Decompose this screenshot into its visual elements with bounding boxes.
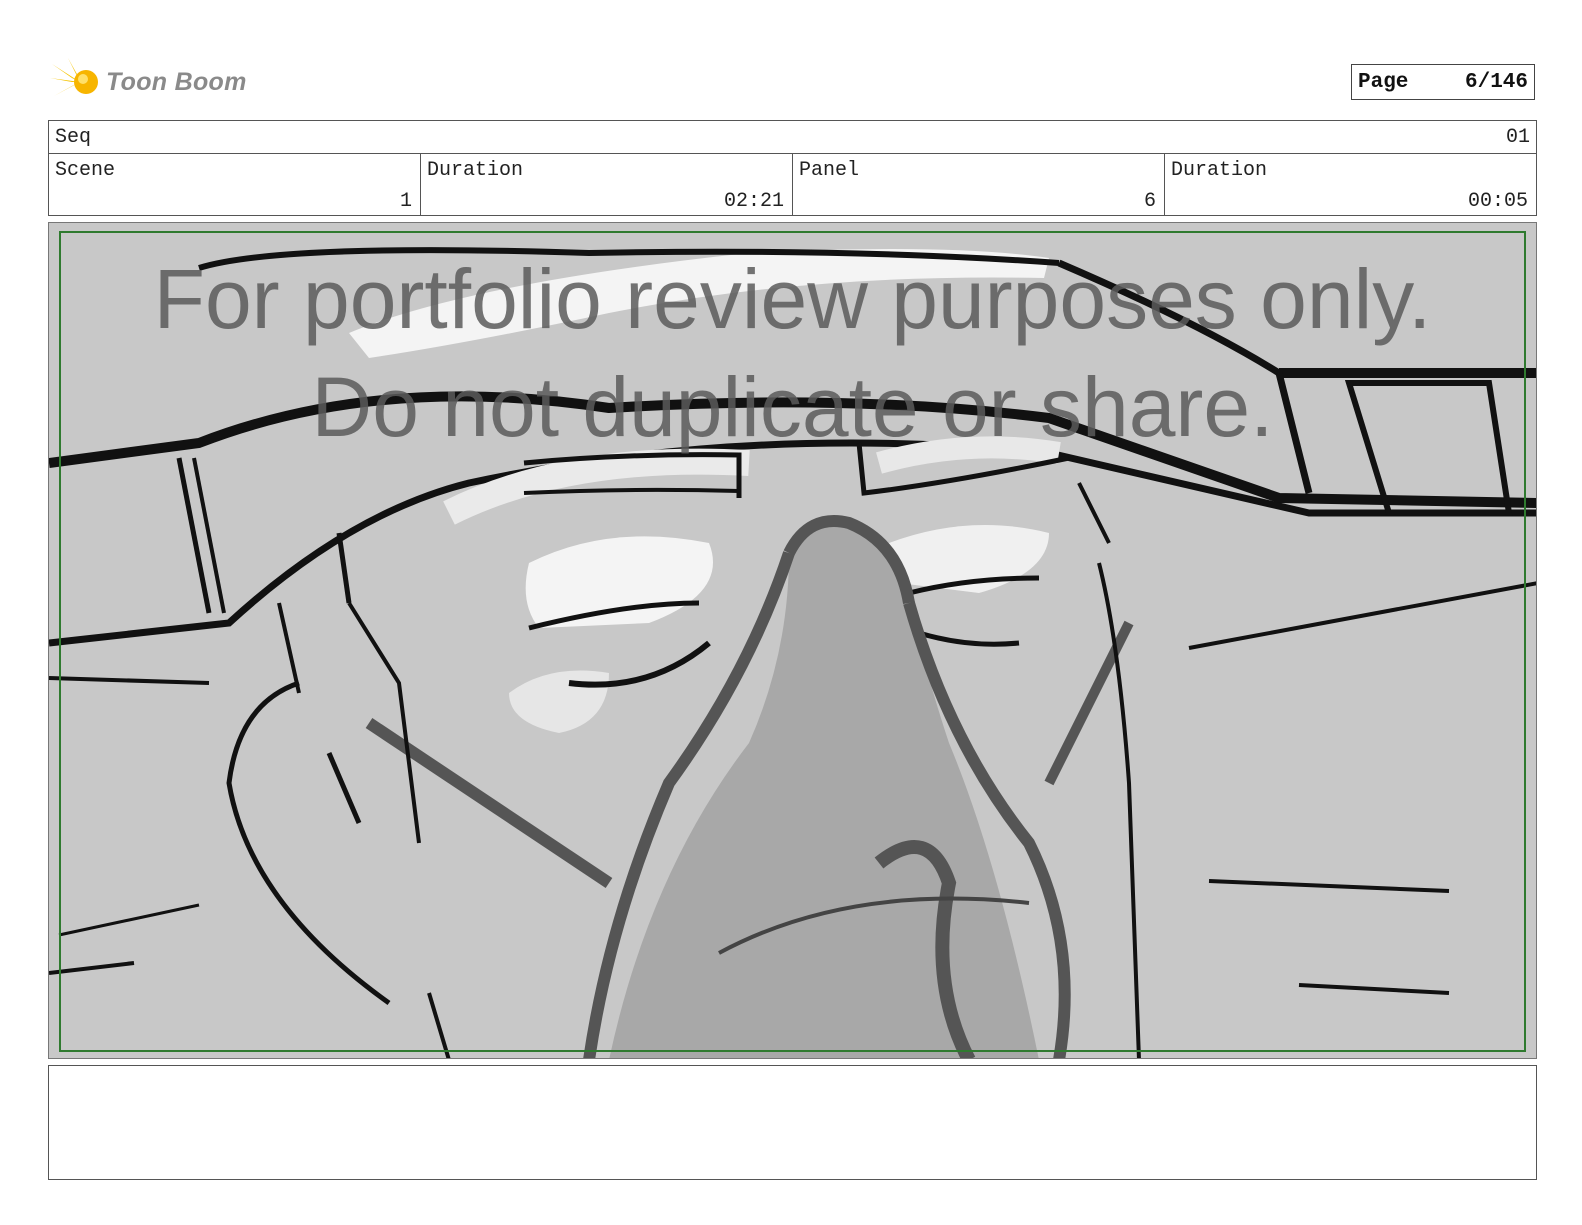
page-indicator: Page 6/146 [1351,64,1535,100]
panel-value: 6 [1143,190,1156,213]
panel-duration-value: 00:05 [1467,190,1528,213]
scene-duration-value: 02:21 [723,190,784,213]
page-label: Page [1358,70,1409,94]
panel-sketch-image [49,223,1536,1058]
seq-label: Seq [55,126,92,149]
page-number: 6/146 [1464,70,1528,94]
panel-cell: Panel 6 [793,153,1165,215]
scene-duration-label: Duration [427,159,524,182]
scene-cell: Scene 1 [49,153,421,215]
seq-value: 01 [1505,126,1530,149]
starburst-logo-icon [50,58,98,106]
storyboard-header: Seq 01 Scene 1 Duration 02:21 Panel 6 Du… [48,120,1537,216]
panel-notes-box [48,1065,1537,1180]
scene-label: Scene [55,159,116,182]
scene-value: 1 [399,190,412,213]
seq-row: Seq 01 [49,121,1536,154]
panel-label: Panel [799,159,860,182]
scene-duration-cell: Duration 02:21 [421,153,793,215]
panel-duration-cell: Duration 00:05 [1165,153,1536,215]
storyboard-panel: For portfolio review purposes only. Do n… [48,222,1537,1059]
panel-duration-label: Duration [1171,159,1268,182]
toon-boom-logo: Toon Boom [50,56,247,108]
brand-name: Toon Boom [106,67,247,96]
